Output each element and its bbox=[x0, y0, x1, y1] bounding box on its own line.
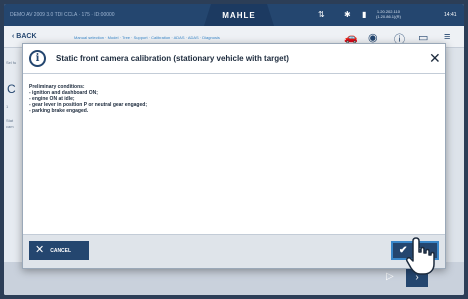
battery-icon: ▮ bbox=[362, 10, 367, 19]
device-frame: DEMO AV 2009 3.0 TDI CCLA · 175 · ID:000… bbox=[0, 0, 468, 299]
dialog-body: Preliminary conditions: - ignition and d… bbox=[23, 75, 445, 234]
dialog-title: Static front camera calibration (station… bbox=[56, 54, 289, 63]
calibration-dialog: i Static front camera calibration (stati… bbox=[22, 43, 446, 269]
bluetooth-icon: ✱ bbox=[344, 10, 351, 19]
network-icon: ⇅ bbox=[318, 10, 325, 19]
cancel-label: CANCEL bbox=[50, 247, 72, 254]
menu-icon[interactable]: ≡ bbox=[444, 31, 450, 43]
ip-line-2: (1.20.86.1)(R) bbox=[376, 14, 401, 19]
close-icon[interactable]: ✕ bbox=[429, 50, 441, 66]
close-icon: ✕ bbox=[35, 244, 45, 256]
status-bar: DEMO AV 2009 3.0 TDI CCLA · 175 · ID:000… bbox=[4, 4, 464, 26]
side-text-2: 1 bbox=[6, 104, 9, 109]
back-label: BACK bbox=[16, 33, 37, 40]
cancel-button[interactable]: ✕ CANCEL bbox=[29, 241, 89, 260]
play-icon[interactable]: ▷ bbox=[386, 271, 394, 282]
brand-logo: MAHLE bbox=[204, 4, 274, 26]
side-text-4: cam bbox=[6, 124, 14, 129]
dialog-footer: ✕ CANCEL ✔ OK bbox=[23, 234, 445, 268]
breadcrumb[interactable]: Manual selection · Model · Tree · Suppor… bbox=[74, 35, 220, 40]
back-button[interactable]: ‹ BACK bbox=[12, 33, 37, 40]
hand-pointer-icon bbox=[406, 237, 435, 275]
vehicle-info: DEMO AV 2009 3.0 TDI CCLA · 175 · ID:000… bbox=[10, 12, 115, 18]
condition-item: - parking brake engaged. bbox=[29, 108, 89, 114]
ip-address: 1.20.202.110 (1.20.86.1)(R) bbox=[376, 9, 401, 19]
side-text-3: Stat bbox=[6, 118, 14, 123]
side-panel: Sel fu C 1 Stat cam bbox=[4, 48, 22, 295]
side-text-1: Sel fu bbox=[6, 60, 17, 65]
dialog-header: i Static front camera calibration (stati… bbox=[23, 44, 445, 74]
conditions-text: Preliminary conditions: - ignition and d… bbox=[29, 84, 147, 114]
side-letter: C bbox=[7, 82, 16, 96]
info-icon: i bbox=[29, 50, 46, 67]
clock: 14:41 bbox=[444, 12, 457, 18]
